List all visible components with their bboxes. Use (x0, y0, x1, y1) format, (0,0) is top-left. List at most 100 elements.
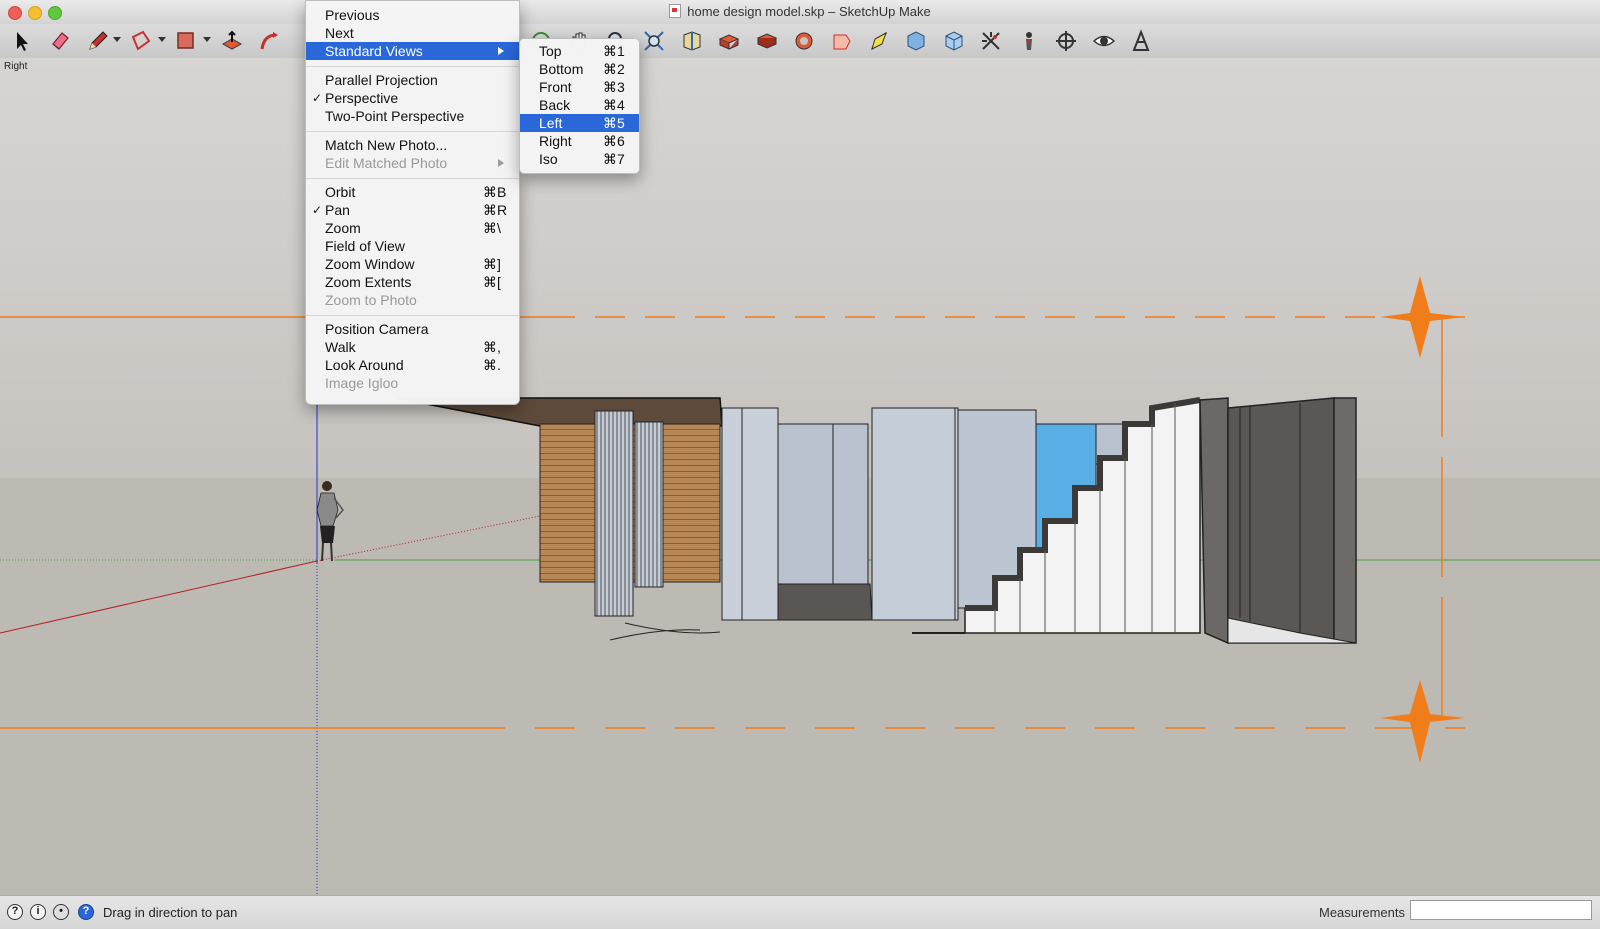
submenu-item-iso[interactable]: Iso ⌘7 (520, 150, 639, 168)
menu-item-label: Perspective (325, 90, 399, 106)
checkmark-icon: ✓ (312, 91, 323, 105)
rectangle-tool-icon[interactable] (173, 28, 199, 54)
follow-me-tool-icon[interactable] (257, 28, 283, 54)
submenu-item-bottom[interactable]: Bottom ⌘2 (520, 60, 639, 78)
menu-item-label: Look Around (325, 357, 404, 373)
document-icon (669, 4, 682, 18)
menu-item-match-new-photo[interactable]: Match New Photo... (306, 136, 519, 154)
menu-item-label: Zoom Window (325, 256, 415, 272)
model-canvas (0, 58, 1600, 895)
submenu-item-top[interactable]: Top ⌘1 (520, 42, 639, 60)
menu-item-label: Parallel Projection (325, 72, 438, 88)
pencil-dropdown-icon[interactable] (113, 37, 121, 42)
submenu-item-back[interactable]: Back ⌘4 (520, 96, 639, 114)
menu-separator (306, 315, 519, 316)
menu-item-label: Zoom Extents (325, 274, 412, 290)
menu-item-perspective[interactable]: ✓ Perspective (306, 89, 519, 107)
pencil-tool-icon[interactable] (85, 28, 111, 54)
menu-item-shortcut: ⌘3 (603, 79, 625, 95)
menu-item-label: Previous (325, 7, 380, 23)
back-view-icon[interactable] (829, 28, 855, 54)
menu-item-parallel-projection[interactable]: Parallel Projection (306, 71, 519, 89)
scene-tab-label[interactable]: Right (4, 61, 27, 72)
menu-item-field-of-view[interactable]: Field of View (306, 237, 519, 255)
walk-tool-icon[interactable] (1053, 28, 1079, 54)
model-viewport[interactable] (0, 58, 1600, 895)
warehouse-tool-icon[interactable] (1128, 28, 1154, 54)
left-view-icon[interactable] (866, 28, 892, 54)
eraser-tool-icon[interactable] (47, 28, 73, 54)
menu-item-shortcut: ⌘B (483, 184, 507, 200)
menu-item-label: Zoom (325, 220, 361, 236)
menu-item-label: Image Igloo (325, 375, 399, 391)
menu-item-label: Right (539, 133, 572, 149)
menu-item-shortcut: ⌘R (483, 202, 508, 218)
menu-item-standard-views[interactable]: Standard Views (306, 42, 519, 60)
submenu-item-right[interactable]: Right ⌘6 (520, 132, 639, 150)
checkmark-icon: ✓ (312, 203, 323, 217)
top-view-icon[interactable] (716, 28, 742, 54)
menu-item-shortcut: ⌘6 (603, 133, 625, 149)
menu-item-shortcut: ⌘4 (603, 97, 625, 113)
menu-item-label: Pan (325, 202, 350, 218)
menu-item-label: Iso (539, 151, 558, 167)
menu-item-previous[interactable]: Previous (306, 6, 519, 24)
section-plane-tool-icon[interactable] (978, 28, 1004, 54)
menu-item-edit-matched-photo[interactable]: Edit Matched Photo (306, 154, 519, 172)
menu-item-next[interactable]: Next (306, 24, 519, 42)
shapes-tool-icon[interactable] (128, 28, 154, 54)
menu-item-label: Next (325, 25, 354, 41)
right-view-icon[interactable] (791, 28, 817, 54)
position-camera-tool-icon[interactable] (1016, 28, 1042, 54)
user-icon[interactable]: • (53, 904, 69, 920)
geolocation-icon[interactable]: ? (7, 904, 23, 920)
standard-views-submenu: Top ⌘1 Bottom ⌘2 Front ⌘3 Back ⌘4 Left ⌘5 Rig… (519, 38, 640, 174)
zoom-extents-tool-icon[interactable] (641, 28, 667, 54)
menu-item-zoom-window[interactable]: Zoom Window ⌘] (306, 255, 519, 273)
x-ray-tool-icon[interactable] (941, 28, 967, 54)
menu-item-label: Left (539, 115, 563, 131)
menu-item-label: Edit Matched Photo (325, 155, 448, 171)
menu-item-image-igloo[interactable]: Image Igloo (306, 374, 519, 392)
menu-item-label: Bottom (539, 61, 584, 77)
menu-separator (306, 66, 519, 67)
front-view-icon[interactable] (754, 28, 780, 54)
rectangle-dropdown-icon[interactable] (203, 37, 211, 42)
menu-item-label: Field of View (325, 238, 405, 254)
menu-item-two-point-perspective[interactable]: Two-Point Perspective (306, 107, 519, 125)
submenu-arrow-icon (498, 47, 504, 55)
menu-item-shortcut: ⌘. (483, 357, 501, 373)
menu-item-zoom-extents[interactable]: Zoom Extents ⌘[ (306, 273, 519, 291)
measurements-field[interactable] (1410, 900, 1592, 920)
menu-item-shortcut: ⌘] (483, 256, 501, 272)
bottom-view-icon[interactable] (903, 28, 929, 54)
menu-item-label: Top (539, 43, 562, 59)
menu-item-zoom-to-photo[interactable]: Zoom to Photo (306, 291, 519, 309)
menu-item-position-camera[interactable]: Position Camera (306, 320, 519, 338)
look-around-tool-icon[interactable] (1091, 28, 1117, 54)
menu-item-orbit[interactable]: Orbit ⌘B (306, 183, 519, 201)
menu-item-label: Standard Views (325, 43, 423, 59)
title-bar: home design model.skp – SketchUp Make (0, 0, 1600, 25)
menu-item-label: Walk (325, 339, 356, 355)
push-pull-tool-icon[interactable] (219, 28, 245, 54)
submenu-arrow-icon (498, 159, 504, 167)
submenu-item-left[interactable]: Left ⌘5 (520, 114, 639, 132)
menu-item-label: Match New Photo... (325, 137, 448, 153)
help-icon[interactable]: ? (78, 904, 94, 920)
menu-item-shortcut: ⌘1 (603, 43, 625, 59)
menu-item-shortcut: ⌘7 (603, 151, 625, 167)
select-tool-icon[interactable] (9, 28, 35, 54)
menu-item-label: Zoom to Photo (325, 292, 417, 308)
menu-item-zoom[interactable]: Zoom ⌘\ (306, 219, 519, 237)
iso-view-icon[interactable] (679, 28, 705, 54)
menu-item-shortcut: ⌘\ (483, 220, 501, 236)
status-bar: ? i • ? Drag in direction to pan Measure… (0, 895, 1600, 929)
menu-item-shortcut: ⌘[ (483, 274, 501, 290)
menu-item-pan[interactable]: ✓ Pan ⌘R (306, 201, 519, 219)
shapes-dropdown-icon[interactable] (158, 37, 166, 42)
menu-item-look-around[interactable]: Look Around ⌘. (306, 356, 519, 374)
menu-item-walk[interactable]: Walk ⌘, (306, 338, 519, 356)
credits-icon[interactable]: i (30, 904, 46, 920)
submenu-item-front[interactable]: Front ⌘3 (520, 78, 639, 96)
